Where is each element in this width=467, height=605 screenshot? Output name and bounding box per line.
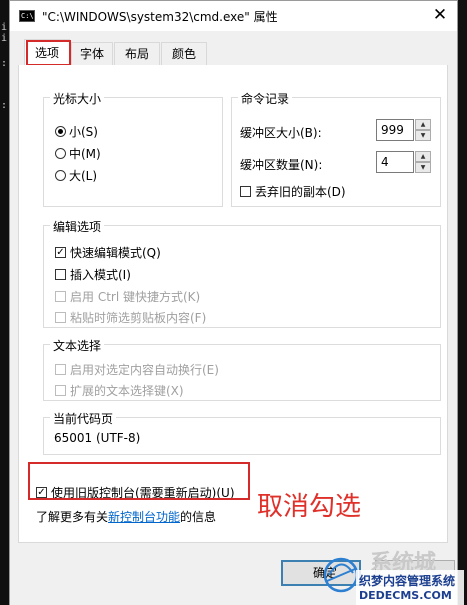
radio-label: 小(S) <box>69 125 98 139</box>
ctrl-shortcuts-checkbox[interactable]: 启用 Ctrl 键快捷方式(K) <box>55 288 200 305</box>
group-title: 编辑选项 <box>50 218 105 235</box>
tab-font[interactable]: 字体 <box>71 42 113 65</box>
group-title: 当前代码页 <box>50 410 117 427</box>
insert-mode-checkbox[interactable]: 插入模式(I) <box>55 266 131 283</box>
console-text: : <box>1 58 8 69</box>
text-selection-group: 文本选择 启用对选定内容自动换行(E) 扩展的文本选择键(X) <box>43 337 441 401</box>
annotation-text: 取消勾选 <box>257 492 362 522</box>
radio-label: 中(M) <box>69 147 101 161</box>
checkbox-label: 启用 Ctrl 键快捷方式(K) <box>70 290 201 304</box>
console-text: i <box>1 33 8 44</box>
info-text: 了解更多有关新控制台功能的信息 <box>36 508 216 525</box>
spin-down-icon[interactable]: ▼ <box>415 130 431 141</box>
tab-layout[interactable]: 布局 <box>114 42 160 65</box>
checkbox[interactable] <box>55 291 66 302</box>
watermark-cn: 织梦内容管理系统 <box>359 574 456 588</box>
spin-down-icon[interactable]: ▼ <box>415 162 431 173</box>
info-suffix: 的信息 <box>180 510 217 524</box>
edit-options-group: 编辑选项 ✓ 快速编辑模式(Q) 插入模式(I) 启用 Ctrl 键快捷方式(K… <box>43 218 441 328</box>
filter-paste-checkbox[interactable]: 粘贴时筛选剪贴板内容(F) <box>55 309 206 326</box>
tab-highlight-box <box>26 40 71 66</box>
title-bar[interactable]: C:\ "C:\WINDOWS\system32\cmd.exe" 属性 ✕ <box>10 1 457 31</box>
checkbox-label: 快速编辑模式(Q) <box>70 246 161 260</box>
checkbox[interactable] <box>55 385 66 396</box>
checkbox-label: 启用对选定内容自动换行(E) <box>70 363 219 377</box>
checkbox-label: 粘贴时筛选剪贴板内容(F) <box>70 311 207 325</box>
buffer-count-label: 缓冲区数量(N): <box>240 158 323 172</box>
radio-label: 大(L) <box>69 169 98 183</box>
buffer-size-label: 缓冲区大小(B): <box>240 126 322 140</box>
cmd-icon: C:\ <box>19 10 35 22</box>
checkbox-label: 丢弃旧的副本(D) <box>255 185 346 199</box>
console-text: : <box>1 100 8 111</box>
extended-selection-keys-checkbox[interactable]: 扩展的文本选择键(X) <box>55 382 184 399</box>
buffer-count-stepper[interactable]: ▲ ▼ <box>415 151 431 173</box>
buffer-count-input[interactable]: 4 <box>376 151 414 173</box>
discard-duplicates-checkbox[interactable]: 丢弃旧的副本(D) <box>240 183 346 200</box>
cursor-size-group: 光标大小 小(S) 中(M) 大(L) <box>43 90 223 207</box>
radio-button[interactable] <box>55 126 66 137</box>
radio-medium[interactable]: 中(M) <box>55 145 101 162</box>
checkbox[interactable] <box>55 364 66 375</box>
checkbox[interactable]: ✓ <box>55 247 66 258</box>
group-title: 光标大小 <box>50 90 105 107</box>
quick-edit-checkbox[interactable]: ✓ 快速编辑模式(Q) <box>55 244 161 261</box>
new-console-features-link[interactable]: 新控制台功能 <box>108 510 180 524</box>
tab-colors[interactable]: 颜色 <box>161 42 207 65</box>
command-history-group: 命令记录 缓冲区大小(B): 999 ▲ ▼ 缓冲区数量(N): 4 ▲ ▼ 丢… <box>231 90 441 207</box>
buffer-size-stepper[interactable]: ▲ ▼ <box>415 119 431 141</box>
checkbox[interactable] <box>55 269 66 280</box>
window-title: "C:\WINDOWS\system32\cmd.exe" 属性 <box>42 10 278 24</box>
radio-button[interactable] <box>55 170 66 181</box>
group-title: 文本选择 <box>50 337 105 354</box>
watermark-url: DEDECMS.COM <box>359 589 452 602</box>
legacy-highlight-box <box>28 462 250 500</box>
codepage-value: 65001 (UTF-8) <box>54 431 141 445</box>
properties-dialog: C:\ "C:\WINDOWS\system32\cmd.exe" 属性 ✕ 选… <box>9 0 458 605</box>
radio-small[interactable]: 小(S) <box>55 123 98 140</box>
buffer-size-input[interactable]: 999 <box>376 119 414 141</box>
codepage-group: 当前代码页 65001 (UTF-8) <box>43 410 441 455</box>
radio-large[interactable]: 大(L) <box>55 167 97 184</box>
console-text: i <box>1 22 8 33</box>
group-title: 命令记录 <box>238 90 293 107</box>
spin-up-icon[interactable]: ▲ <box>415 119 431 130</box>
line-wrap-selection-checkbox[interactable]: 启用对选定内容自动换行(E) <box>55 361 219 378</box>
checkbox[interactable] <box>240 186 251 197</box>
watermark-globe-icon <box>323 557 359 593</box>
spin-up-icon[interactable]: ▲ <box>415 151 431 162</box>
close-icon[interactable]: ✕ <box>428 3 452 27</box>
checkbox-label: 扩展的文本选择键(X) <box>70 384 184 398</box>
checkbox-label: 插入模式(I) <box>70 268 131 282</box>
info-prefix: 了解更多有关 <box>36 510 109 524</box>
radio-button[interactable] <box>55 148 66 159</box>
checkbox[interactable] <box>55 312 66 323</box>
